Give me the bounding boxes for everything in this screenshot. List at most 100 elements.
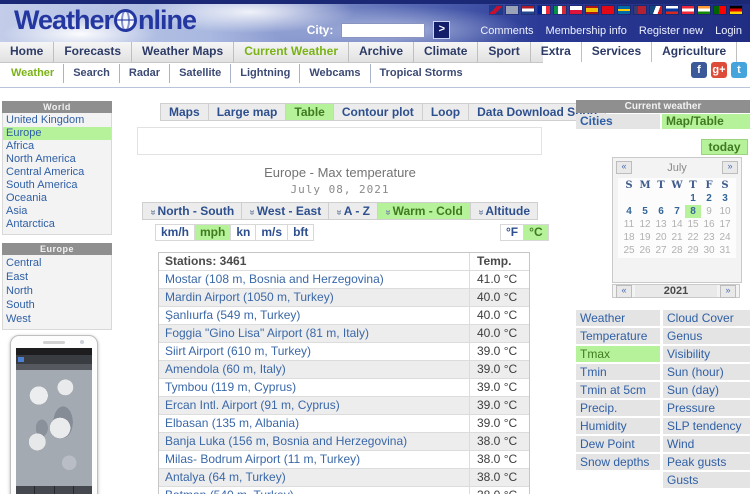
- flag-sweden[interactable]: [618, 6, 630, 14]
- sidebar-item-antarctica[interactable]: Antarctica: [3, 218, 111, 231]
- flag-uk[interactable]: [490, 6, 502, 14]
- subnav-item-search[interactable]: Search: [64, 64, 120, 83]
- flag-portugal[interactable]: [714, 6, 726, 14]
- flag-italy[interactable]: [554, 6, 566, 14]
- calendar-day-27[interactable]: 27: [653, 244, 669, 257]
- station-link[interactable]: Şanlıurfa (549 m, Turkey): [159, 307, 469, 324]
- calendar-day-10[interactable]: 10: [717, 205, 733, 218]
- subnav-item-webcams[interactable]: Webcams: [300, 64, 370, 83]
- sort-button-west-east[interactable]: «West - East: [242, 202, 329, 220]
- subnav-item-weather[interactable]: Weather: [2, 64, 64, 83]
- calendar-day-18[interactable]: 18: [621, 231, 637, 244]
- menu-item-wind[interactable]: Wind: [663, 436, 750, 452]
- subnav-item-tropical-storms[interactable]: Tropical Storms: [371, 64, 472, 83]
- unit-kn[interactable]: kn: [231, 224, 256, 241]
- flag-netherlands[interactable]: [522, 6, 534, 14]
- subnav-item-lightning[interactable]: Lightning: [231, 64, 300, 83]
- unit-bft[interactable]: bft: [288, 224, 314, 241]
- calendar-day-8[interactable]: 8: [685, 205, 701, 218]
- station-link[interactable]: Mardin Airport (1050 m, Turkey): [159, 289, 469, 306]
- calendar-day-3[interactable]: 3: [717, 192, 733, 205]
- flag-spain[interactable]: [586, 6, 598, 14]
- view-tab-map-table[interactable]: Map/Table: [662, 114, 750, 129]
- nav-item-archive[interactable]: Archive: [349, 42, 414, 62]
- google-plus-icon[interactable]: g+: [711, 62, 727, 78]
- menu-item-cloud-cover[interactable]: Cloud Cover: [663, 310, 750, 326]
- sidebar-item-europe-north[interactable]: North: [3, 284, 111, 298]
- nav-item-forecasts[interactable]: Forecasts: [54, 42, 132, 62]
- calendar-day-15[interactable]: 15: [685, 218, 701, 231]
- header-link-membership-info[interactable]: Membership info: [546, 25, 627, 37]
- tab-loop[interactable]: Loop: [423, 103, 469, 121]
- calendar-day-14[interactable]: 14: [669, 218, 685, 231]
- calendar-day-29[interactable]: 29: [685, 244, 701, 257]
- station-link[interactable]: Mostar (108 m, Bosnia and Herzegovina): [159, 271, 469, 288]
- flag-usa[interactable]: [634, 6, 646, 14]
- nav-item-home[interactable]: Home: [0, 42, 54, 62]
- calendar-day-16[interactable]: 16: [701, 218, 717, 231]
- calendar-day-22[interactable]: 22: [685, 231, 701, 244]
- calendar-day-28[interactable]: 28: [669, 244, 685, 257]
- station-link[interactable]: Milas- Bodrum Airport (11 m, Turkey): [159, 451, 469, 468]
- flag-czech[interactable]: [650, 6, 662, 14]
- calendar-day-12[interactable]: 12: [637, 218, 653, 231]
- sidebar-item-europe-central[interactable]: Central: [3, 256, 111, 270]
- calendar-day-31[interactable]: 31: [717, 244, 733, 257]
- nav-item-agriculture[interactable]: Agriculture: [652, 42, 737, 62]
- flag-poland[interactable]: [570, 6, 582, 14]
- calendar-day-7[interactable]: 7: [669, 205, 685, 218]
- calendar-day-4[interactable]: 4: [621, 205, 637, 218]
- calendar-day-1[interactable]: 1: [685, 192, 701, 205]
- menu-item-visibility[interactable]: Visibility: [663, 346, 750, 362]
- station-link[interactable]: Banja Luka (156 m, Bosnia and Herzegovin…: [159, 433, 469, 450]
- menu-item-snow-depths[interactable]: Snow depths: [576, 454, 660, 470]
- unit-km-h[interactable]: km/h: [155, 224, 195, 241]
- sort-button-a-z[interactable]: «A - Z: [329, 202, 378, 220]
- nav-item-weather-maps[interactable]: Weather Maps: [132, 42, 234, 62]
- view-tab-cities[interactable]: Cities: [576, 114, 660, 129]
- header-link-login[interactable]: Login: [715, 25, 742, 37]
- site-logo[interactable]: Weathernline: [14, 5, 196, 36]
- calendar-day-6[interactable]: 6: [653, 205, 669, 218]
- flag-germany[interactable]: [730, 6, 742, 14]
- calendar-day-21[interactable]: 21: [669, 231, 685, 244]
- station-link[interactable]: Elbasan (135 m, Albania): [159, 415, 469, 432]
- calendar-day-19[interactable]: 19: [637, 231, 653, 244]
- station-link[interactable]: Ercan Intl. Airport (91 m, Cyprus): [159, 397, 469, 414]
- menu-item-genus[interactable]: Genus: [663, 328, 750, 344]
- mobile-app-promo[interactable]: [10, 335, 98, 494]
- station-link[interactable]: Amendola (60 m, Italy): [159, 361, 469, 378]
- calendar-day-24[interactable]: 24: [717, 231, 733, 244]
- calendar-day-11[interactable]: 11: [621, 218, 637, 231]
- menu-item-tmin[interactable]: Tmin: [576, 364, 660, 380]
- sidebar-item-africa[interactable]: Africa: [3, 140, 111, 153]
- nav-item-sport[interactable]: Sport: [478, 42, 530, 62]
- menu-item-gusts[interactable]: Gusts: [663, 472, 750, 488]
- menu-item-dew-point[interactable]: Dew Point: [576, 436, 660, 452]
- flag-gray[interactable]: [506, 6, 518, 14]
- tab-contour-plot[interactable]: Contour plot: [334, 103, 423, 121]
- menu-item-tmax[interactable]: Tmax: [576, 346, 660, 362]
- header-link-register-new[interactable]: Register new: [639, 25, 703, 37]
- menu-item-slp-tendency[interactable]: SLP tendency: [663, 418, 750, 434]
- calendar-day-23[interactable]: 23: [701, 231, 717, 244]
- nav-item-current-weather[interactable]: Current Weather: [234, 42, 349, 62]
- twitter-icon[interactable]: t: [731, 62, 747, 78]
- sidebar-item-europe[interactable]: Europe: [3, 127, 111, 140]
- menu-item-precip[interactable]: Precip.: [576, 400, 660, 416]
- menu-item-tmin-at-5cm[interactable]: Tmin at 5cm: [576, 382, 660, 398]
- sort-button-warm-cold[interactable]: «Warm - Cold: [378, 202, 471, 220]
- unit-c[interactable]: °C: [524, 224, 548, 241]
- unit-m-s[interactable]: m/s: [256, 224, 288, 241]
- flag-india[interactable]: [698, 6, 710, 14]
- menu-item-pressure[interactable]: Pressure: [663, 400, 750, 416]
- menu-item-weather[interactable]: Weather: [576, 310, 660, 326]
- tab-large-map[interactable]: Large map: [209, 103, 287, 121]
- tab-table[interactable]: Table: [286, 103, 333, 121]
- facebook-icon[interactable]: f: [691, 62, 707, 78]
- sidebar-item-asia[interactable]: Asia: [3, 205, 111, 218]
- station-link[interactable]: Foggia "Gino Lisa" Airport (81 m, Italy): [159, 325, 469, 342]
- calendar-day-25[interactable]: 25: [621, 244, 637, 257]
- today-button[interactable]: today: [701, 139, 748, 155]
- sidebar-item-europe-south[interactable]: South: [3, 298, 111, 312]
